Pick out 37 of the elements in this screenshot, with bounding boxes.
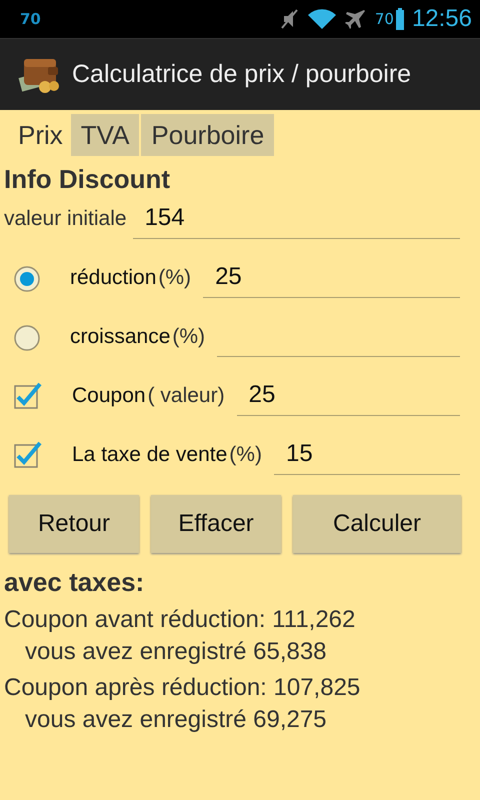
input-field[interactable]: 25 [203,257,460,298]
action-button[interactable]: Retour [9,495,139,553]
app-title: Calculatrice de prix / pourboire [72,60,412,89]
input-field[interactable]: 25 [236,375,460,416]
radio-button[interactable] [14,325,40,351]
field-label: réduction [70,266,156,290]
wifi-icon [306,8,337,30]
notification-number: 70 [20,10,41,28]
unit-label: (%) [172,325,206,349]
field-label: valeur initiale [4,207,127,231]
input-field[interactable]: 154 [132,198,460,239]
checkbox[interactable] [14,382,42,410]
radio-button[interactable] [14,266,40,292]
airplane-icon [344,8,367,30]
result-line: Coupon avant réduction: 111,262 [4,605,356,635]
savings-line: vous avez enregistré 69,275 [24,705,328,735]
field-label: Coupon [72,384,146,408]
battery-icon [396,8,404,30]
action-button[interactable]: Effacer [151,495,281,553]
unit-label: (%) [158,266,192,290]
results-title: avec taxes: [4,567,146,598]
mute-icon [280,8,299,30]
section-title: Info Discount [4,164,172,195]
input-field[interactable]: 15 [274,434,460,475]
result-line: Coupon après réduction: 107,825 [4,673,362,703]
action-button[interactable]: Calculer [293,495,461,553]
field-label: croissance [70,325,170,349]
field-label: La taxe de vente [72,443,228,467]
unit-label: ( valeur) [148,384,225,408]
savings-line: vous avez enregistré 65,838 [24,637,328,667]
clock: 12:56 [412,5,472,33]
tab[interactable]: Pourboire [141,114,274,156]
tab[interactable]: Prix [12,114,69,156]
battery-level: 70 [374,10,394,28]
tab[interactable]: TVA [70,114,140,156]
checkbox[interactable] [14,441,42,469]
unit-label: (%) [229,443,262,467]
